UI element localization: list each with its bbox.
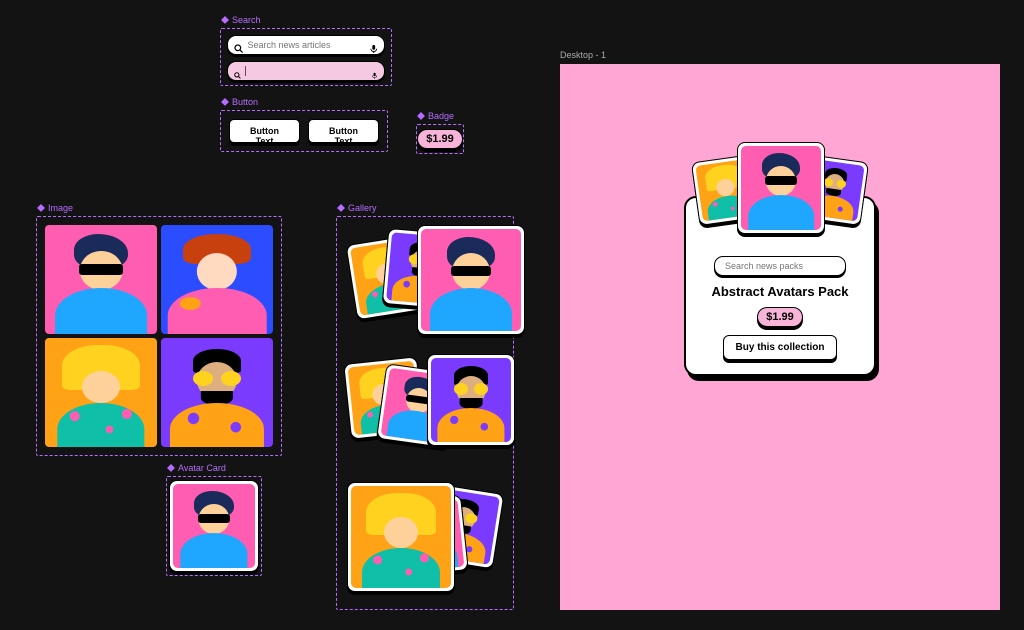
button-secondary[interactable]: Button Text <box>308 119 379 143</box>
product-price-badge: $1.99 <box>757 307 803 327</box>
frame-label: Avatar Card <box>178 463 226 473</box>
component-icon <box>167 464 175 472</box>
product-search-input[interactable] <box>725 261 842 271</box>
avatar-card <box>737 142 825 234</box>
search-icon <box>234 66 241 76</box>
frame-badge[interactable]: Badge $1.99 <box>416 124 464 154</box>
frame-search[interactable]: Search <box>220 28 392 86</box>
frame-label: Search <box>232 15 261 25</box>
frame-label: Badge <box>428 111 454 121</box>
mic-icon[interactable] <box>369 40 379 50</box>
gallery-stack[interactable] <box>345 354 505 465</box>
frame-label: Gallery <box>348 203 377 213</box>
avatar-card[interactable] <box>347 482 455 592</box>
component-icon <box>221 16 229 24</box>
product-search-field[interactable] <box>714 256 846 276</box>
component-icon <box>417 112 425 120</box>
price-badge: $1.99 <box>417 129 463 149</box>
avatar-image[interactable] <box>161 225 273 334</box>
artboard-desktop-1[interactable]: Desktop - 1 Abstract Avatars Pack $1.99 … <box>560 64 1000 610</box>
component-icon <box>221 98 229 106</box>
frame-label: Desktop - 1 <box>560 50 606 60</box>
gallery-stack[interactable] <box>345 225 505 336</box>
search-icon <box>234 40 244 50</box>
frame-label: Button <box>232 97 258 107</box>
frame-image[interactable]: Image <box>36 216 282 456</box>
avatar-image[interactable] <box>45 338 157 447</box>
frame-gallery[interactable]: Gallery <box>336 216 514 610</box>
frame-avatar-card[interactable]: Avatar Card <box>166 476 262 576</box>
buy-button[interactable]: Buy this collection <box>723 335 838 360</box>
avatar-card[interactable] <box>169 480 259 572</box>
button-primary[interactable]: Button Text <box>229 119 300 143</box>
avatar-card[interactable] <box>417 225 525 335</box>
search-input[interactable] <box>248 40 365 50</box>
frame-button[interactable]: Button Button Text Button Text <box>220 110 388 152</box>
search-field-default[interactable] <box>227 35 385 55</box>
gallery-stack[interactable] <box>345 482 505 601</box>
search-field-active[interactable] <box>227 61 385 81</box>
product-title: Abstract Avatars Pack <box>711 284 848 299</box>
frame-label: Image <box>48 203 73 213</box>
avatar-card[interactable] <box>427 354 515 446</box>
component-icon <box>37 204 45 212</box>
text-cursor-icon <box>245 66 246 76</box>
avatar-image[interactable] <box>45 225 157 334</box>
product-card[interactable]: Abstract Avatars Pack $1.99 Buy this col… <box>684 196 876 376</box>
search-input-active[interactable] <box>250 66 367 76</box>
component-icon <box>337 204 345 212</box>
product-avatar-stack <box>695 142 865 242</box>
avatar-image[interactable] <box>161 338 273 447</box>
mic-icon[interactable] <box>371 66 378 76</box>
